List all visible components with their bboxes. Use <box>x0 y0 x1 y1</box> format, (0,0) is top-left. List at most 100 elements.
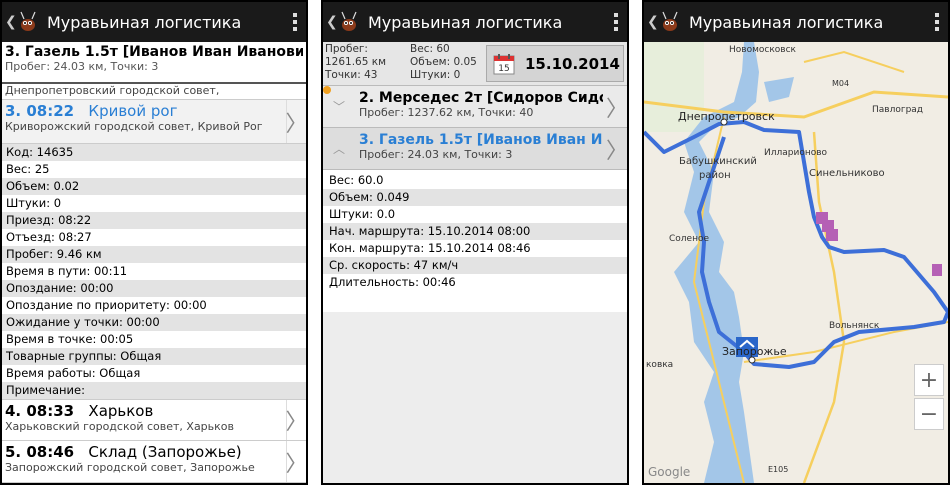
detail-row: Время в пути: 00:11 <box>2 263 306 280</box>
summary-text: Точки: 43 <box>325 69 378 81</box>
summary-bar: Пробег: 1261.65 км Точки: 43 Вес: 60 Объ… <box>323 42 627 86</box>
detail-row: Время в точке: 00:05 <box>2 331 306 348</box>
map-label: Новомосковск <box>729 45 797 55</box>
stop-address: Днепропетровский городской совет, <box>5 84 220 97</box>
chevron-right-icon[interactable]: 〉 <box>606 86 627 127</box>
ant-logo-icon[interactable] <box>336 9 362 35</box>
previous-stop-item[interactable]: Днепропетровский городской совет, <box>2 84 306 100</box>
overflow-menu-icon[interactable] <box>926 13 948 31</box>
stop-number-time: 3. 08:22 <box>5 102 75 120</box>
detail-row: Время работы: Общая <box>2 365 306 382</box>
app-title: Муравьиная логистика <box>689 12 884 32</box>
route-header: 3. Газель 1.5т [Иванов Иван Иванович --.… <box>2 42 306 84</box>
map-label: Соленое <box>669 234 709 244</box>
map-label: Днепропетровск <box>678 110 775 123</box>
overflow-menu-icon[interactable] <box>284 13 306 31</box>
route-subtitle: Пробег: 1237.62 км, Точки: 40 <box>359 106 534 119</box>
stop-address: Запорожский городской совет, Запорожье <box>5 461 255 474</box>
route-item[interactable]: ﹀ 2. Мерседес 2т [Сидоров Сидор... Пробе… <box>323 86 627 128</box>
summary-left: Пробег: 1261.65 км Точки: 43 <box>323 42 388 85</box>
route-subtitle: Пробег: 24.03 км, Точки: 3 <box>359 148 513 161</box>
map-label: Илларионово <box>764 148 828 158</box>
stop-number-time: 5. 08:46 <box>5 443 75 461</box>
app-bar: ❮ Муравьиная логистика <box>2 2 306 42</box>
current-stop-item[interactable]: 3. 08:22 Кривой рог Криворожский городск… <box>2 100 306 144</box>
app-bar: ❮ Муравьиная логистика <box>644 2 948 42</box>
ant-logo-icon[interactable] <box>657 9 683 35</box>
summary-right: Вес: 60 Объем: 0.05 Штуки: 0 <box>408 42 479 85</box>
chevron-right-icon[interactable]: 〉 <box>286 100 306 143</box>
stop-item[interactable]: 4. 08:33 Харьков Харьковский городской с… <box>2 399 306 441</box>
detail-row: Приезд: 08:22 <box>2 212 306 229</box>
zoom-out-button[interactable]: − <box>914 398 944 430</box>
detail-row: Опоздание: 00:00 <box>2 280 306 297</box>
map-canvas[interactable]: Новомосковск Днепропетровск Павлоград Ба… <box>644 42 948 483</box>
date-picker-button[interactable]: 15 15.10.2014 <box>486 45 624 82</box>
detail-row: Вес: 25 <box>2 161 306 178</box>
priority-badge-icon <box>323 86 331 94</box>
stop-name: Харьков <box>88 402 154 420</box>
back-icon[interactable]: ❮ <box>5 14 17 30</box>
map-label: Синельниково <box>809 168 885 179</box>
route-title: 3. Газель 1.5т [Иванов Иван Иванович --.… <box>5 44 303 60</box>
zoom-in-button[interactable]: + <box>914 364 944 396</box>
chevron-right-icon[interactable]: 〉 <box>286 400 306 440</box>
map-road-label: M04 <box>832 79 849 88</box>
route-item-selected[interactable]: ︿ 3. Газель 1.5т [Иванов Иван Ива... Про… <box>323 128 627 170</box>
route-map[interactable]: Новомосковск Днепропетровск Павлоград Ба… <box>644 42 948 483</box>
detail-row: Вес: 60.0 <box>323 172 627 189</box>
detail-row: Нач. маршрута: 15.10.2014 08:00 <box>323 223 627 240</box>
summary-text: Штуки: 0 <box>410 69 461 81</box>
map-road-label: E105 <box>768 465 788 474</box>
map-label: Запорожье <box>722 345 787 358</box>
phone-screen-map: ❮ Муравьиная логистика Новомосковск Днеп… <box>642 0 950 485</box>
map-label: Павлоград <box>872 105 923 115</box>
screen: ❮ Муравьиная логистика Новомосковск Днеп… <box>644 2 948 483</box>
app-title: Муравьиная логистика <box>368 12 563 32</box>
map-marker-icon[interactable] <box>932 264 942 276</box>
stop-details-list: Код: 14635 Вес: 25 Объем: 0.02 Штуки: 0 … <box>2 144 306 399</box>
route-title: 3. Газель 1.5т [Иванов Иван Ива... <box>359 132 603 148</box>
collapse-icon[interactable]: ︿ <box>333 140 345 157</box>
summary-text: Пробег: <box>325 43 368 55</box>
stop-item[interactable]: 5. 08:46 Склад (Запорожье) Запорожский г… <box>2 441 306 483</box>
stop-address: Криворожский городской совет, Кривой Рог <box>5 120 263 133</box>
summary-text: Вес: 60 <box>410 43 450 55</box>
route-title: 2. Мерседес 2т [Сидоров Сидор... <box>359 90 603 106</box>
chevron-right-icon[interactable]: 〉 <box>606 128 627 169</box>
ant-logo-icon[interactable] <box>15 9 41 35</box>
map-label: район <box>699 170 731 181</box>
detail-row: Товарные группы: Общая <box>2 348 306 365</box>
detail-row: Ср. скорость: 47 км/ч <box>323 257 627 274</box>
back-icon[interactable]: ❮ <box>326 14 338 30</box>
detail-row: Длительность: 00:46 <box>323 274 627 291</box>
detail-row: Код: 14635 <box>2 144 306 161</box>
chevron-right-icon[interactable]: 〉 <box>286 441 306 482</box>
stop-number-time: 4. 08:33 <box>5 402 75 420</box>
phone-screen-route-points: ❮ Муравьиная логистика 3. Газель 1.5т [И… <box>0 0 308 485</box>
detail-row: Штуки: 0.0 <box>323 206 627 223</box>
screen: ❮ Муравьиная логистика 3. Газель 1.5т [И… <box>2 2 306 483</box>
back-icon[interactable]: ❮ <box>647 14 659 30</box>
map-label: Вольнянск <box>829 321 880 331</box>
app-title: Муравьиная логистика <box>47 12 242 32</box>
selected-date: 15.10.2014 <box>525 54 620 73</box>
stop-name: Склад (Запорожье) <box>88 443 242 461</box>
calendar-icon: 15 <box>493 53 515 75</box>
detail-row: Ожидание у точки: 00:00 <box>2 314 306 331</box>
empty-area <box>323 312 627 483</box>
detail-row: Кон. маршрута: 15.10.2014 08:46 <box>323 240 627 257</box>
detail-row: Опоздание по приоритету: 00:00 <box>2 297 306 314</box>
detail-row: Штуки: 0 <box>2 195 306 212</box>
route-subtitle: Пробег: 24.03 км, Точки: 3 <box>5 60 159 73</box>
detail-row: Пробег: 9.46 км <box>2 246 306 263</box>
overflow-menu-icon[interactable] <box>605 13 627 31</box>
map-label: Бабушкинский <box>679 156 757 167</box>
detail-row: Объем: 0.02 <box>2 178 306 195</box>
summary-text: Объем: 0.05 <box>410 56 477 68</box>
app-bar: ❮ Муравьиная логистика <box>323 2 627 42</box>
map-label: ковка <box>646 360 673 370</box>
summary-text: 1261.65 км <box>325 56 387 68</box>
route-details-list: Вес: 60.0 Объем: 0.049 Штуки: 0.0 Нач. м… <box>323 170 627 291</box>
expand-icon[interactable]: ﹀ <box>333 98 345 115</box>
